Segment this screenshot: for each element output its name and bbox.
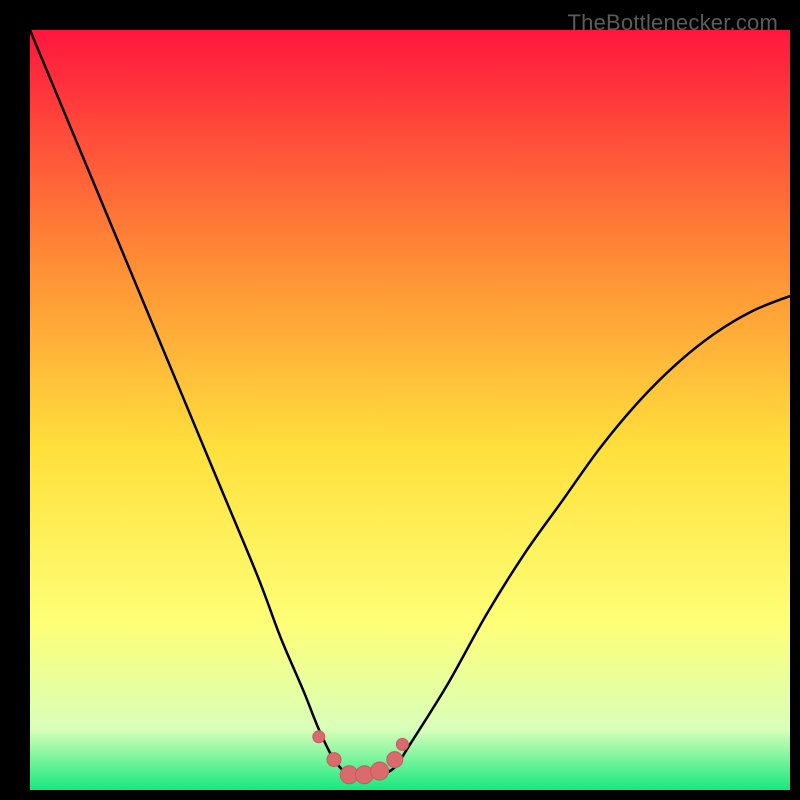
valley-marker <box>387 752 403 768</box>
valley-marker <box>396 738 408 750</box>
valley-marker <box>327 753 341 767</box>
chart-frame: TheBottlenecker.com <box>10 10 790 790</box>
bottleneck-chart <box>30 30 790 790</box>
valley-marker <box>313 731 325 743</box>
gradient-background <box>30 30 790 790</box>
watermark-text: TheBottlenecker.com <box>568 10 778 36</box>
valley-marker <box>371 762 389 780</box>
plot-area <box>30 30 790 790</box>
